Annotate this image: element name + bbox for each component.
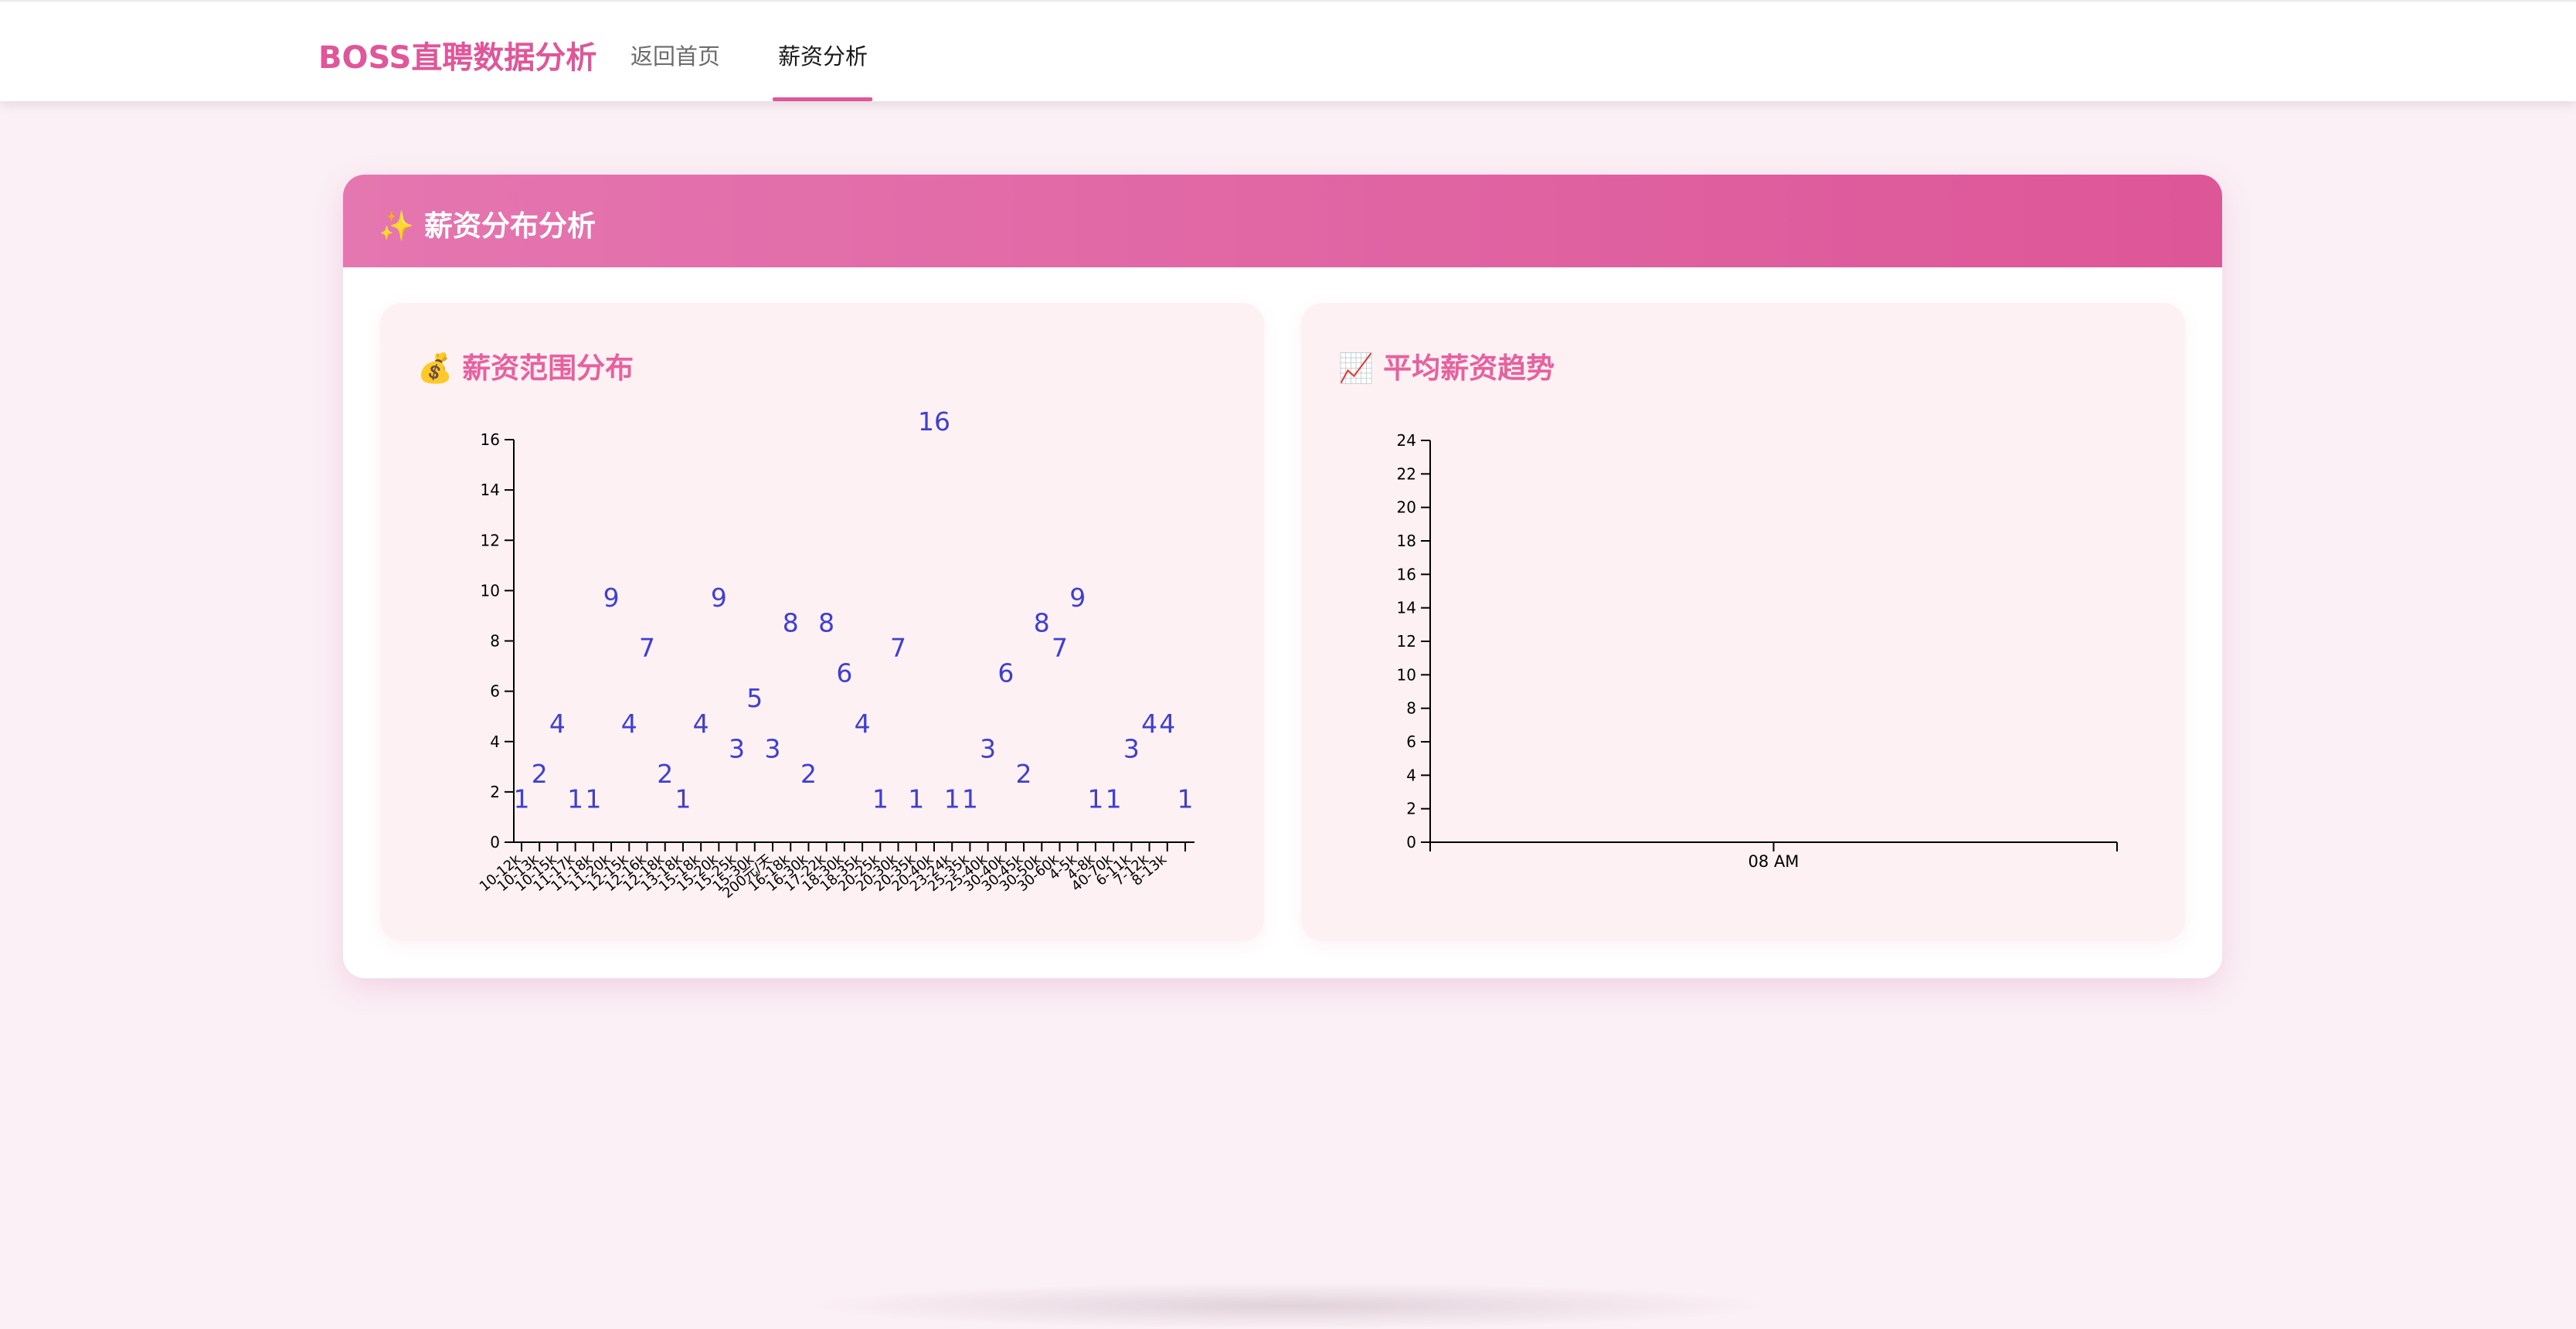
data-point-label: 8	[1034, 608, 1050, 638]
data-point-label: 2	[657, 759, 673, 789]
y-tick-label: 16	[481, 430, 500, 449]
data-point-label: 1	[514, 783, 530, 814]
data-point-label: 1	[872, 783, 889, 814]
data-point-label: 8	[783, 608, 799, 638]
data-point-label: 4	[693, 709, 709, 739]
data-point-label: 7	[890, 633, 906, 663]
data-point-label: 9	[603, 583, 620, 613]
data-point-label: 2	[532, 759, 548, 789]
bottom-shadow	[804, 1283, 1777, 1329]
data-point-label: 16	[918, 406, 950, 437]
y-tick-label: 0	[490, 833, 500, 851]
data-point-label: 3	[729, 733, 745, 763]
data-point-label: 3	[1123, 733, 1140, 763]
y-tick-label: 6	[490, 682, 500, 701]
data-point-label: 8	[818, 608, 834, 638]
data-point-label: 1	[908, 783, 924, 814]
data-point-label: 1	[962, 783, 978, 814]
data-point-label: 1	[567, 783, 583, 814]
data-point-label: 4	[1141, 709, 1157, 739]
data-point-label: 7	[1052, 633, 1068, 663]
data-point-label: 4	[855, 709, 871, 739]
data-point-label: 2	[800, 759, 817, 789]
data-point-label: 1	[1178, 783, 1194, 814]
y-tick-label: 10	[481, 581, 500, 600]
y-tick-label: 8	[490, 632, 500, 651]
data-point-label: 9	[1069, 583, 1086, 613]
y-tick-label: 4	[490, 732, 500, 751]
data-point-label: 2	[1016, 759, 1032, 789]
y-tick-label: 2	[490, 783, 500, 801]
data-point-label: 1	[585, 783, 601, 814]
data-point-label: 4	[621, 709, 637, 739]
data-point-label: 4	[1159, 709, 1175, 739]
data-point-label: 1	[1106, 783, 1122, 814]
data-point-label: 9	[711, 583, 727, 613]
salary-range-chart: 024681012141610-12k110-13k210-15k411-17k…	[477, 406, 1195, 902]
data-point-label: 3	[980, 733, 996, 763]
y-tick-label: 14	[481, 481, 500, 499]
data-point-label: 5	[746, 683, 763, 713]
data-point-label: 6	[997, 658, 1014, 688]
data-point-label: 1	[1087, 783, 1103, 814]
data-point-label: 3	[765, 733, 781, 763]
data-point-label: 1	[675, 783, 691, 814]
data-point-label: 6	[836, 658, 852, 688]
data-point-label: 4	[549, 709, 566, 739]
data-point-label: 7	[639, 633, 655, 663]
data-point-label: 1	[944, 783, 960, 814]
y-tick-label: 12	[481, 531, 500, 549]
